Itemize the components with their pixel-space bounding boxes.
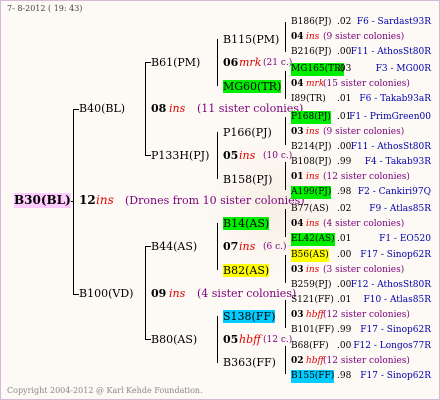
- gen4-ins: hbff: [306, 356, 324, 366]
- gen4-origin: F11 - AthosSt80R: [350, 142, 431, 152]
- gen4-num: 03: [291, 265, 304, 275]
- footer-copyright: Copyright 2004-2012 @ Karl Kehde Foundat…: [7, 386, 203, 395]
- connector-gen3-4: [285, 162, 286, 190]
- root-num: 12: [79, 193, 96, 207]
- pedigree-chart: 7- 8-2012 ( 19: 43) Copyright 2004-2012 …: [0, 0, 440, 400]
- gen4-note: (9 sister colonies): [323, 32, 405, 42]
- gen4-note: (9 sister colonies): [323, 127, 405, 137]
- gen2-note: (21 c.): [263, 58, 293, 68]
- gen2-num: 05: [223, 333, 239, 346]
- gen2-queen-name[interactable]: B80(AS): [151, 333, 197, 346]
- gen2-num: 07: [223, 240, 239, 253]
- gen4-ins: ins: [306, 32, 320, 42]
- gen3-queen-name[interactable]: B158(PJ): [223, 173, 272, 186]
- gen4-ins: hbff: [306, 310, 324, 320]
- gen4-origin: F6 - Sardast93R: [356, 17, 431, 27]
- gen4-num: 04: [291, 32, 304, 42]
- gen4-num: 04: [291, 79, 304, 89]
- gen4-note: (12 sister colonies): [323, 310, 410, 320]
- gen1-note: (11 sister colonies): [197, 102, 304, 115]
- gen4-num: 03: [291, 127, 304, 137]
- root-queen-name[interactable]: B30(BL): [14, 193, 71, 208]
- gen4-num: 03: [291, 310, 304, 320]
- gen4-origin: F12 - Longos77R: [353, 341, 431, 351]
- gen4-origin: F6 - Takab93aR: [359, 94, 431, 104]
- gen4-origin: F10 - Atlas85R: [363, 295, 431, 305]
- gen4-ins: ins: [306, 219, 320, 229]
- gen2-ins: hbff: [239, 333, 261, 346]
- gen2-ins: ins: [239, 149, 256, 162]
- gen4-note: (12 sister colonies): [323, 356, 410, 366]
- gen4-num: 02: [291, 356, 304, 366]
- gen4-origin: F9 - Atlas85R: [369, 204, 431, 214]
- header-date: 7- 8-2012 ( 19: 43): [7, 4, 83, 13]
- gen3-queen-name[interactable]: B363(FF): [223, 356, 276, 369]
- gen4-origin: F12 - AthosSt80R: [350, 280, 431, 290]
- gen2-ins: ins: [239, 240, 256, 253]
- gen2-num: 05: [223, 149, 239, 162]
- connector-gen3-1: [285, 22, 286, 52]
- connector-gen2-2: [217, 132, 218, 179]
- connector-gen1-a: [145, 62, 146, 155]
- gen4-ins: ins: [306, 265, 320, 275]
- gen2-note: (10 c.): [263, 151, 293, 161]
- connector-gen3-3: [285, 117, 286, 145]
- gen2-note: (12 c.): [263, 335, 293, 345]
- gen3-queen-name[interactable]: B115(PM): [223, 33, 279, 46]
- connector-gen3-6: [285, 255, 286, 283]
- gen4-num: 01: [291, 172, 304, 182]
- gen4-note: (12 sister colonies): [323, 172, 410, 182]
- gen4-note: (3 sister colonies): [323, 265, 405, 275]
- gen4-origin: F2 - Cankiri97Q: [357, 187, 431, 197]
- gen2-queen-name[interactable]: B61(PM): [151, 56, 200, 69]
- root-ins: ins: [96, 193, 114, 207]
- gen4-num: 04: [291, 219, 304, 229]
- root-note: (Drones from 10 sister colonies): [125, 194, 305, 207]
- gen1-num: 09: [151, 287, 167, 300]
- gen4-note: (4 sister colonies): [323, 219, 405, 229]
- connector-gen2-3: [217, 223, 218, 270]
- gen1-num: 08: [151, 102, 167, 115]
- gen2-queen-name[interactable]: B44(AS): [151, 240, 197, 253]
- gen3-queen-name[interactable]: MG60(TR): [223, 80, 282, 93]
- gen4-origin: F3 - MG00R: [375, 64, 431, 74]
- gen3-queen-name[interactable]: S138(FF): [223, 310, 276, 323]
- connector-gen3-2: [285, 71, 286, 99]
- gen4-origin: F17 - Sinop62R: [360, 250, 431, 260]
- gen4-origin: F17 - Sinop62R: [360, 325, 431, 335]
- gen4-origin: F1 - PrimGreen00: [349, 112, 431, 122]
- gen3-queen-name[interactable]: B82(AS): [223, 264, 270, 277]
- gen3-queen-name[interactable]: P166(PJ): [223, 126, 272, 139]
- gen4-note: (15 sister colonies): [323, 79, 410, 89]
- gen1-queen-name[interactable]: B40(BL): [79, 102, 125, 115]
- gen4-origin: F1 - EO520: [379, 234, 431, 244]
- gen4-origin: F11 - AthosSt80R: [350, 47, 431, 57]
- connector-gen2-1: [217, 39, 218, 86]
- connector-gen3-5: [285, 209, 286, 237]
- gen3-queen-name[interactable]: B14(AS): [223, 217, 270, 230]
- gen4-ins: ins: [306, 127, 320, 137]
- gen2-num: 06: [223, 56, 239, 69]
- gen2-ins: mrk: [239, 56, 262, 69]
- gen4-ins: ins: [306, 172, 320, 182]
- gen2-note: (6 c.): [263, 242, 287, 252]
- connector-gen2-4: [217, 316, 218, 363]
- gen4-ins: mrk: [306, 79, 325, 89]
- connector-gen3-7: [285, 300, 286, 328]
- connector-gen1-b: [145, 246, 146, 339]
- gen4-origin: F4 - Takab93R: [364, 157, 431, 167]
- gen4-origin: F17 - Sinop62R: [360, 371, 431, 381]
- connector-gen3-8: [285, 346, 286, 374]
- gen1-ins: ins: [169, 287, 186, 300]
- gen1-queen-name[interactable]: B100(VD): [79, 287, 133, 300]
- gen1-note: (4 sister colonies): [197, 287, 297, 300]
- gen2-queen-name[interactable]: P133H(PJ): [151, 149, 209, 162]
- gen1-ins: ins: [169, 102, 186, 115]
